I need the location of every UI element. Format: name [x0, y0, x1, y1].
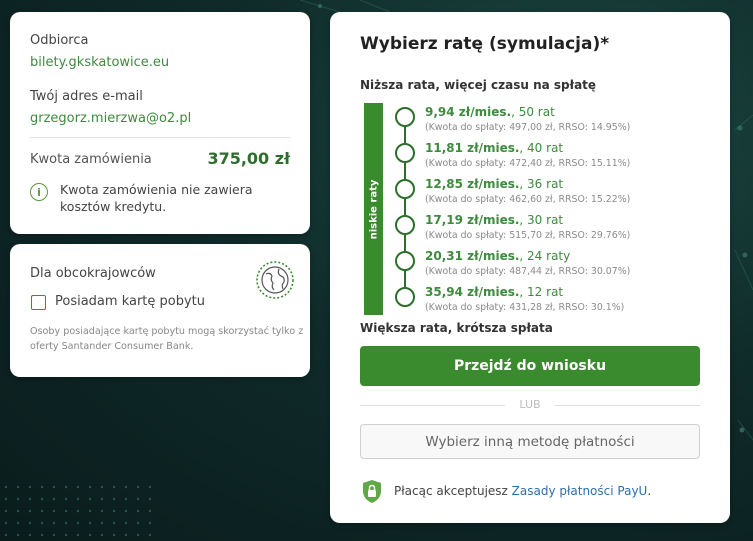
option-radio[interactable]	[395, 179, 415, 199]
installment-option[interactable]: 20,31 zł/mies., 24 raty (Kwota do spłaty…	[394, 249, 714, 283]
installment-option[interactable]: 11,81 zł/mies., 40 rat (Kwota do spłaty:…	[394, 141, 714, 175]
installment-option[interactable]: 17,19 zł/mies., 30 rat (Kwota do spłaty:…	[394, 213, 714, 247]
email-value: grzegorz.mierzwa@o2.pl	[30, 111, 192, 126]
low-rates-label: niskie raty	[368, 179, 380, 239]
installment-option[interactable]: 35,94 zł/mies., 12 rat (Kwota do spłaty:…	[394, 285, 714, 319]
or-divider-right	[555, 405, 700, 406]
info-text: Kwota zamówienia nie zawiera kosztów kre…	[60, 182, 253, 214]
lower-rate-label: Niższa rata, więcej czasu na spłatę	[360, 78, 597, 92]
amount-info: i Kwota zamówienia nie zawiera kosztów k…	[30, 181, 295, 215]
option-radio[interactable]	[395, 107, 415, 127]
installment-option[interactable]: 12,85 zł/mies., 36 rat (Kwota do spłaty:…	[394, 177, 714, 211]
option-detail: (Kwota do spłaty: 462,60 zł, RRSO: 15.22…	[425, 194, 631, 205]
amount-label: Kwota zamówienia	[30, 152, 152, 167]
foreigners-card: Dla obcokrajowców Posiadam kartę pobytu …	[10, 244, 310, 377]
option-radio[interactable]	[395, 143, 415, 163]
order-amount: 375,00 zł	[207, 149, 290, 168]
email-label: Twój adres e-mail	[30, 89, 143, 104]
option-main: 20,31 zł/mies., 24 raty	[425, 249, 571, 263]
order-summary-card: Odbiorca bilety.gkskatowice.eu Twój adre…	[10, 12, 310, 234]
higher-rate-label: Większa rata, krótsza spłata	[360, 321, 553, 335]
plan-title: Wybierz ratę (symulacja)*	[360, 34, 610, 54]
option-main: 17,19 zł/mies., 30 rat	[425, 213, 564, 227]
info-icon: i	[30, 183, 48, 201]
installment-option[interactable]: 9,94 zł/mies., 50 rat (Kwota do spłaty: …	[394, 105, 714, 139]
option-main: 9,94 zł/mies., 50 rat	[425, 105, 555, 119]
payment-terms: Płacąc akceptujesz Zasady płatności PayU…	[394, 484, 652, 498]
installment-plan-card: Wybierz ratę (symulacja)* Niższa rata, w…	[330, 12, 730, 523]
residence-card-label[interactable]: Posiadam kartę pobytu	[55, 294, 205, 309]
divider	[30, 137, 290, 138]
other-payment-method-button[interactable]: Wybierz inną metodę płatności	[360, 424, 700, 459]
option-radio[interactable]	[395, 251, 415, 271]
shield-lock-icon	[363, 480, 381, 503]
background-dots	[0, 481, 160, 541]
option-radio[interactable]	[395, 215, 415, 235]
option-detail: (Kwota do spłaty: 472,40 zł, RRSO: 15.11…	[425, 158, 631, 169]
proceed-to-application-button[interactable]: Przejdź do wniosku	[360, 346, 700, 386]
foreigners-title: Dla obcokrajowców	[30, 266, 156, 281]
payu-terms-link[interactable]: Zasady płatności PayU	[512, 484, 648, 498]
option-detail: (Kwota do spłaty: 515,70 zł, RRSO: 29.76…	[425, 230, 631, 241]
option-main: 35,94 zł/mies., 12 rat	[425, 285, 564, 299]
low-rates-bar: niskie raty	[364, 103, 383, 315]
option-main: 12,85 zł/mies., 36 rat	[425, 177, 564, 191]
option-detail: (Kwota do spłaty: 487,44 zł, RRSO: 30.07…	[425, 266, 631, 277]
residence-note: Osoby posiadające kartę pobytu mogą skor…	[30, 326, 304, 352]
option-main: 11,81 zł/mies., 40 rat	[425, 141, 564, 155]
option-detail: (Kwota do spłaty: 497,00 zł, RRSO: 14.95…	[425, 122, 631, 133]
recipient-value: bilety.gkskatowice.eu	[30, 55, 170, 70]
recipient-label: Odbiorca	[30, 33, 89, 48]
option-radio[interactable]	[395, 287, 415, 307]
residence-card-checkbox[interactable]	[31, 295, 46, 310]
option-detail: (Kwota do spłaty: 431,28 zł, RRSO: 30.1%…	[425, 302, 625, 313]
globe-icon	[256, 261, 294, 299]
